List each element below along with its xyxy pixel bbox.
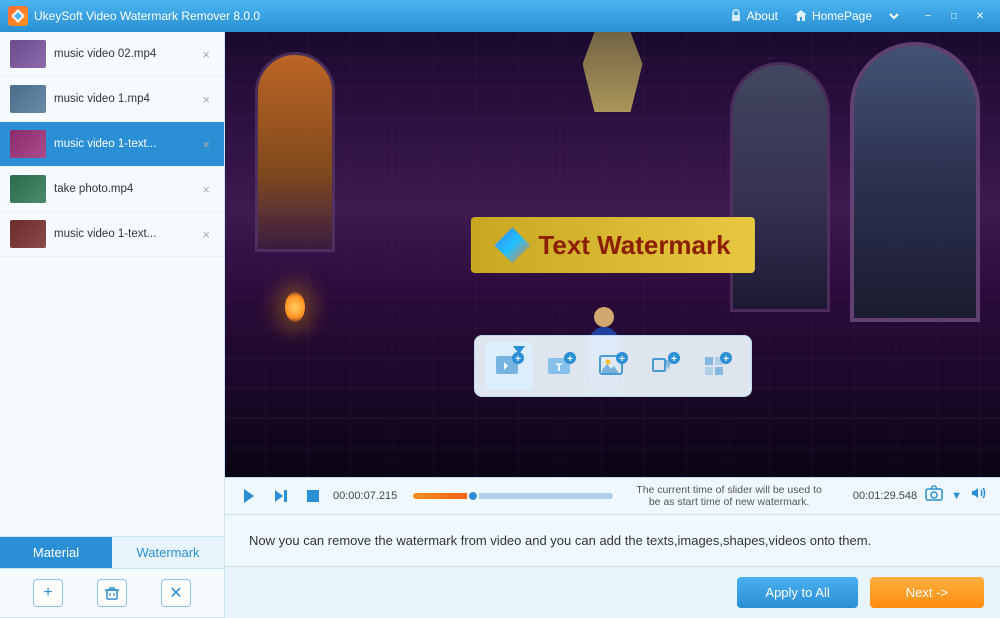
add-file-button[interactable]: +: [33, 579, 63, 607]
file-thumbnail: [10, 40, 46, 68]
homepage-label: HomePage: [812, 9, 872, 23]
add-image-icon: +: [598, 352, 628, 380]
file-name: music video 02.mp4: [54, 48, 190, 60]
progress-bar[interactable]: [413, 493, 613, 499]
watermark-icon: [494, 227, 530, 263]
arch-left: [255, 52, 335, 252]
step-button[interactable]: [269, 484, 293, 508]
arch-window-center: [730, 62, 830, 312]
lock-icon: [729, 9, 743, 23]
add-text-button[interactable]: T +: [537, 342, 585, 390]
add-text-icon: T +: [546, 352, 576, 380]
file-remove-button[interactable]: ×: [198, 225, 214, 244]
sidebar: music video 02.mp4×music video 1.mp4×mus…: [0, 32, 225, 618]
play-icon: [241, 488, 257, 504]
chevron-down-icon: [888, 10, 900, 22]
svg-text:+: +: [515, 354, 521, 365]
watermark-text: Text Watermark: [538, 230, 730, 261]
remove-watermark-button[interactable]: ✕: [161, 579, 191, 607]
lantern: [285, 292, 305, 322]
watermark-overlay[interactable]: Text Watermark: [470, 217, 754, 273]
add-media-button[interactable]: +: [485, 342, 533, 390]
file-remove-button[interactable]: ×: [198, 45, 214, 64]
file-list: music video 02.mp4×music video 1.mp4×mus…: [0, 32, 224, 536]
stop-button[interactable]: [301, 484, 325, 508]
svg-text:+: +: [619, 354, 625, 365]
app-icon: [8, 6, 28, 26]
titlebar: UkeySoft Video Watermark Remover 8.0.0 A…: [0, 0, 1000, 32]
tab-watermark[interactable]: Watermark: [112, 537, 224, 568]
add-shape-icon: +: [650, 352, 680, 380]
tab-bar: Material Watermark: [0, 536, 224, 569]
file-list-item-1[interactable]: music video 02.mp4 ×: [0, 32, 224, 77]
file-remove-button[interactable]: ×: [198, 90, 214, 109]
hint-text: The current time of slider will be used …: [621, 484, 837, 508]
file-remove-button[interactable]: ×: [198, 135, 214, 154]
add-image-button[interactable]: +: [589, 342, 637, 390]
app-title: UkeySoft Video Watermark Remover 8.0.0: [34, 9, 729, 23]
screenshot-button[interactable]: [925, 485, 943, 506]
file-name: music video 1-text...: [54, 228, 190, 240]
chandelier: [583, 32, 643, 112]
file-name: music video 1-text...: [54, 138, 190, 150]
info-panel: Now you can remove the watermark from vi…: [225, 514, 1000, 567]
file-thumbnail: [10, 175, 46, 203]
video-preview: Text Watermark + T: [225, 32, 1000, 477]
dropdown-indicator: [513, 346, 525, 354]
footer-bar: Apply to All Next ->: [225, 566, 1000, 618]
window-controls: − □ ✕: [916, 6, 992, 26]
restore-button[interactable]: □: [942, 6, 966, 26]
svg-text:+: +: [671, 354, 677, 365]
file-name: take photo.mp4: [54, 183, 190, 195]
play-button[interactable]: [237, 484, 261, 508]
player-controls: 00:00:07.215 The current time of slider …: [225, 477, 1000, 514]
mosaic-button[interactable]: +: [693, 342, 741, 390]
volume-button[interactable]: [970, 485, 988, 506]
minimize-button[interactable]: −: [916, 6, 940, 26]
delete-file-button[interactable]: [97, 579, 127, 607]
svg-text:+: +: [567, 354, 573, 365]
tab-material[interactable]: Material: [0, 537, 112, 568]
file-list-item-3[interactable]: music video 1-text... ×: [0, 122, 224, 167]
about-label: About: [747, 9, 778, 23]
file-thumbnail: [10, 85, 46, 113]
file-list-item-4[interactable]: take photo.mp4 ×: [0, 167, 224, 212]
file-remove-button[interactable]: ×: [198, 180, 214, 199]
main-container: music video 02.mp4×music video 1.mp4×mus…: [0, 32, 1000, 618]
arch-window-right: [850, 42, 980, 322]
progress-thumb: [467, 490, 479, 502]
camera-icon: [925, 485, 943, 501]
about-nav[interactable]: About: [729, 9, 778, 23]
tab-actions: + ✕: [0, 569, 224, 618]
svg-text:+: +: [723, 354, 729, 365]
mosaic-icon: +: [702, 352, 732, 380]
stop-icon: [306, 489, 320, 503]
toolbar-icons: + T +: [474, 335, 752, 397]
file-thumbnail: [10, 220, 46, 248]
progress-fill: [413, 493, 473, 499]
file-name: music video 1.mp4: [54, 93, 190, 105]
volume-icon: [970, 485, 988, 501]
homepage-nav[interactable]: HomePage: [794, 9, 872, 23]
step-forward-icon: [273, 488, 289, 504]
content-area: Text Watermark + T: [225, 32, 1000, 618]
add-shape-button[interactable]: +: [641, 342, 689, 390]
video-background: Text Watermark: [225, 32, 1000, 477]
time-current: 00:00:07.215: [333, 490, 405, 502]
nav-items: About HomePage: [729, 9, 900, 23]
close-button[interactable]: ✕: [968, 6, 992, 26]
file-list-item-2[interactable]: music video 1.mp4 ×: [0, 77, 224, 122]
info-message: Now you can remove the watermark from vi…: [249, 533, 871, 548]
file-list-item-5[interactable]: music video 1-text... ×: [0, 212, 224, 257]
time-total: 00:01:29.548: [845, 490, 917, 502]
apply-to-all-button[interactable]: Apply to All: [737, 577, 857, 608]
svg-text:T: T: [555, 362, 562, 374]
volume-down-icon[interactable]: ▼: [951, 490, 962, 502]
home-icon: [794, 9, 808, 23]
trash-icon: [104, 585, 120, 601]
next-button[interactable]: Next ->: [870, 577, 984, 608]
dropdown-nav[interactable]: [888, 10, 900, 22]
add-media-icon: +: [494, 352, 524, 380]
file-thumbnail: [10, 130, 46, 158]
